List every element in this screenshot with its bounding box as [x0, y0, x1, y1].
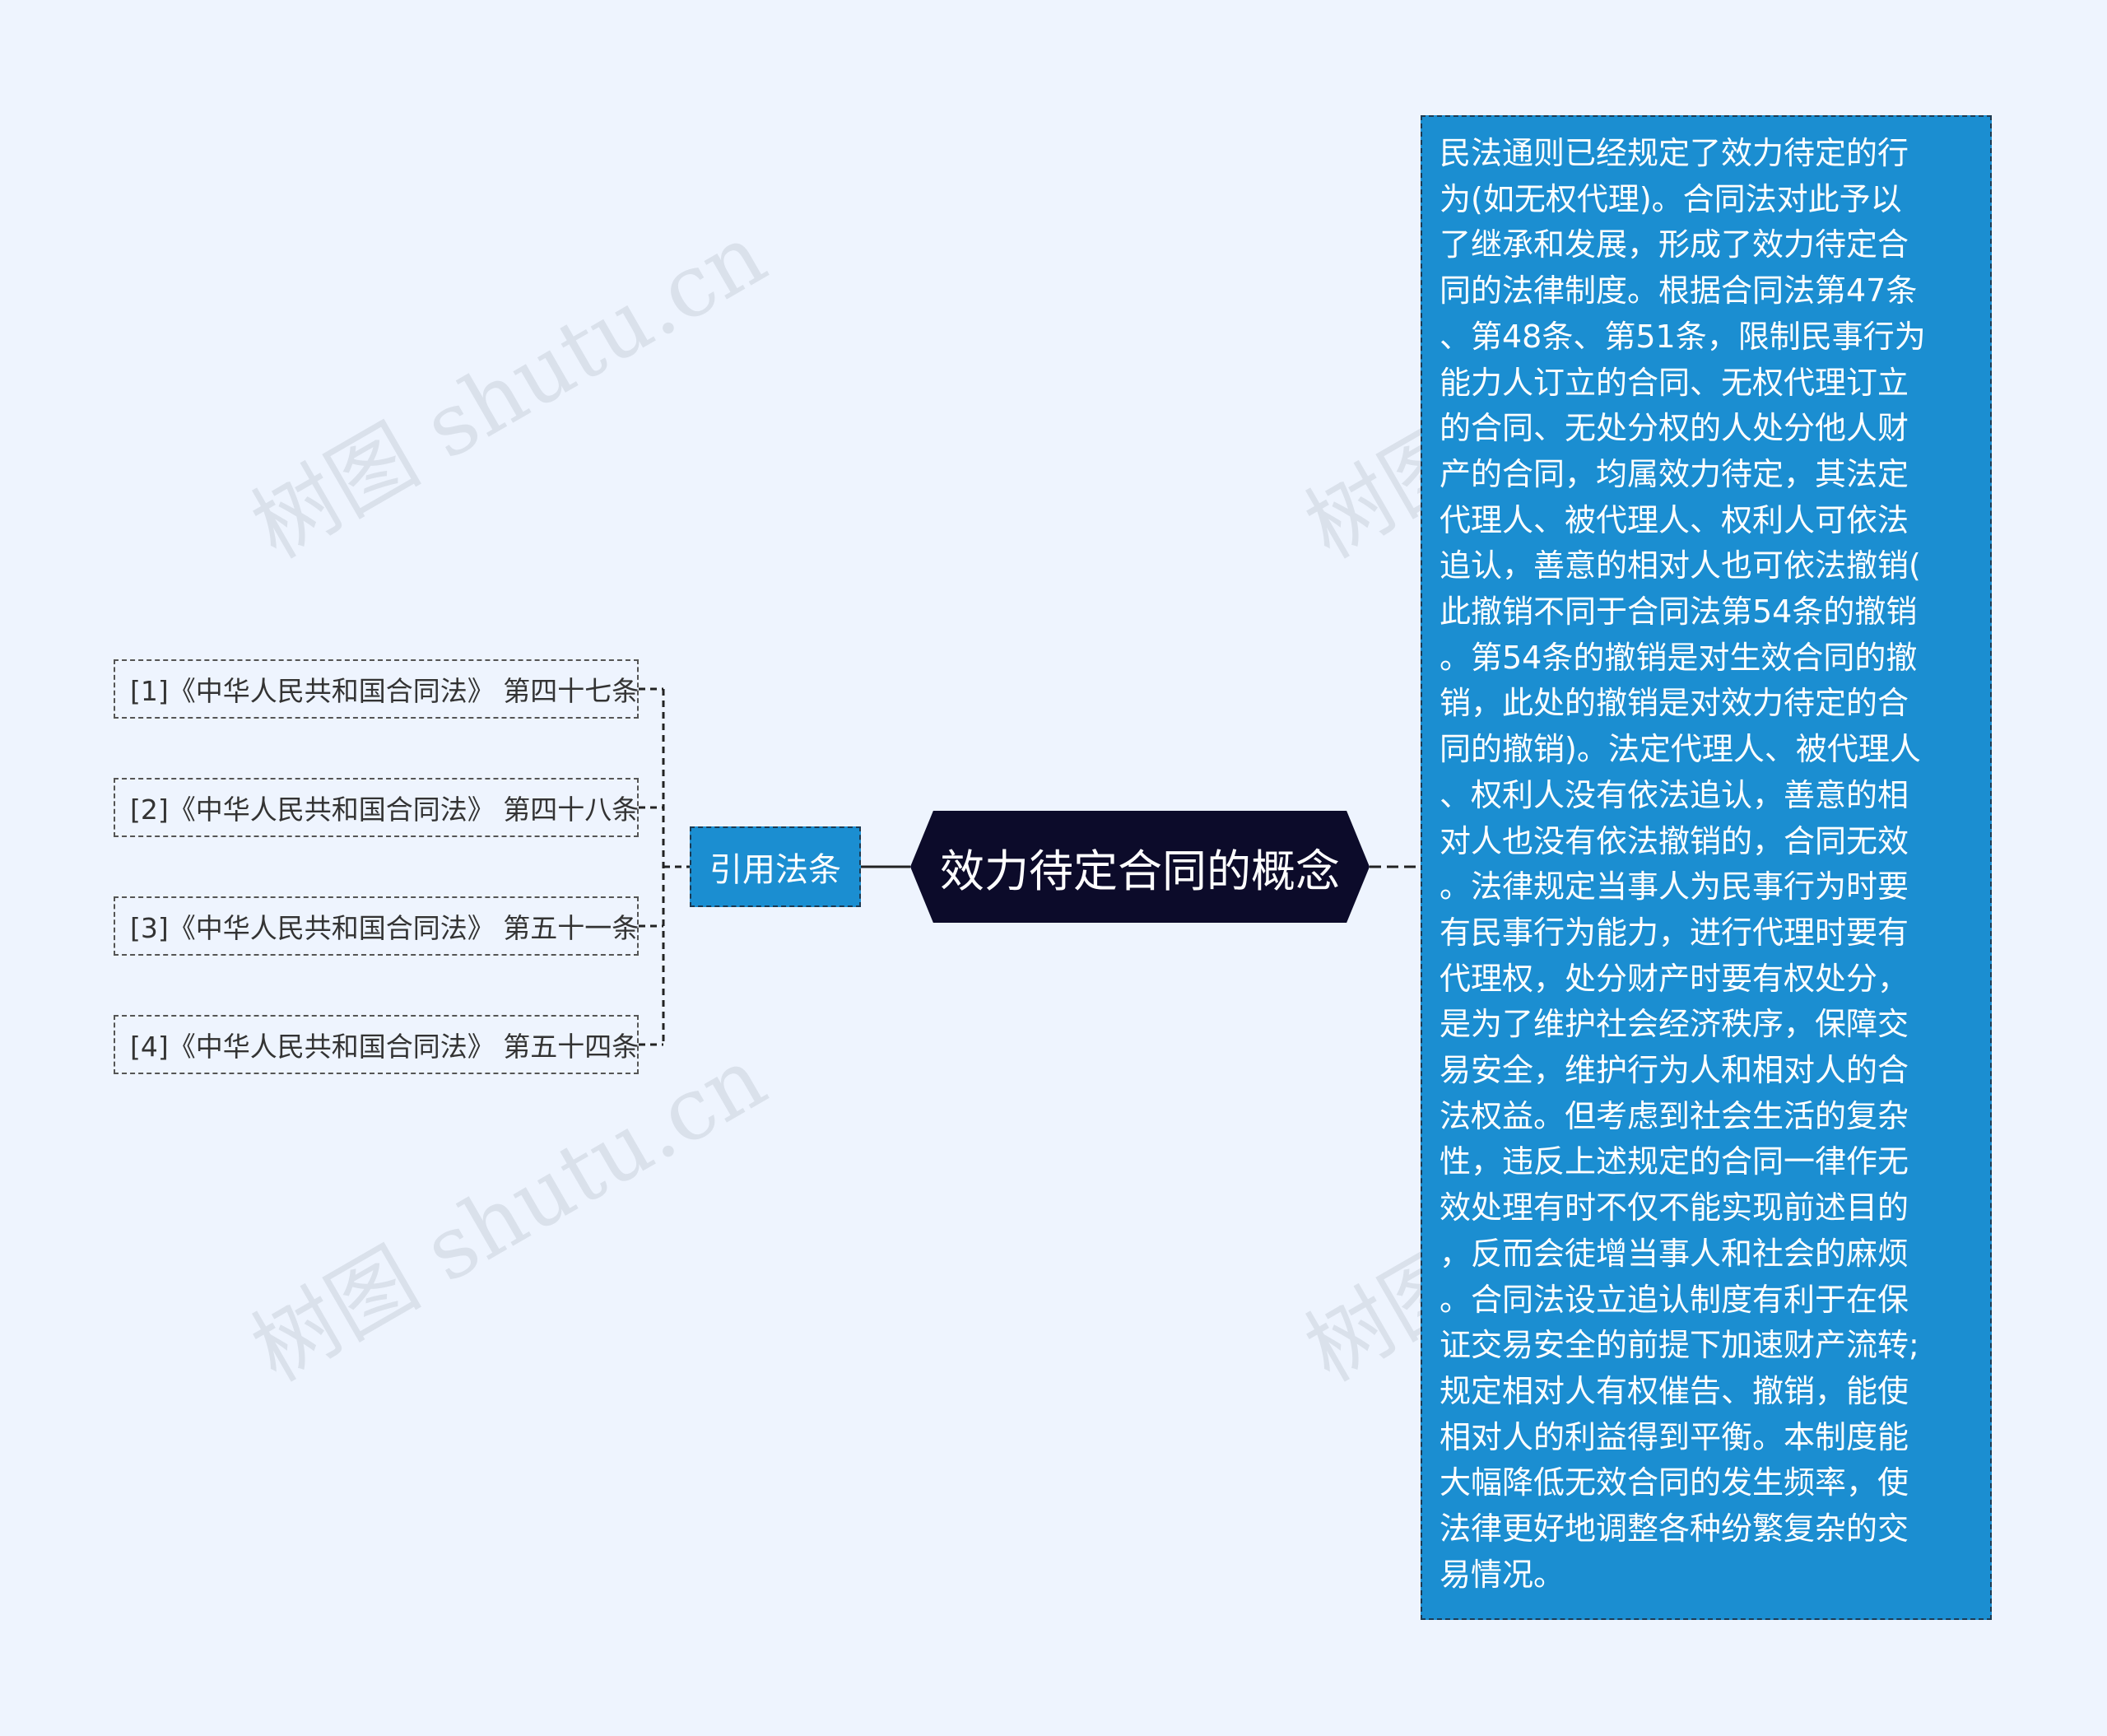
description-node[interactable]: 民法通则已经规定了效力待定的行 为(如无权代理)。合同法对此予以 了继承和发展，形成…: [1421, 115, 1992, 1620]
description-line: 、第48条、第51条，限制民事行为: [1440, 318, 1926, 355]
description-line: 为(如无权代理)。合同法对此予以: [1440, 180, 1902, 217]
description-line: 同的法律制度。根据合同法第47条: [1440, 272, 1918, 310]
description-line: 大幅降低无效合同的发生频率，使: [1440, 1464, 1909, 1501]
reference-node-4[interactable]: [4]《中华人民共和国合同法》 第五十四条: [114, 1015, 639, 1074]
description-line: 。第54条的撤销是对生效合同的撤: [1440, 639, 1918, 676]
description-line: 。合同法设立追认制度有利于在保: [1440, 1281, 1909, 1318]
description-line: 法权益。但考虑到社会生活的复杂: [1440, 1097, 1909, 1134]
root-topic-node[interactable]: 效力待定合同的概念: [910, 811, 1370, 923]
description-line: 了继承和发展，形成了效力待定合: [1440, 226, 1909, 263]
reference-node-2[interactable]: [2]《中华人民共和国合同法》 第四十八条: [114, 778, 639, 837]
description-line: 规定相对人有权催告、撤销，能使: [1440, 1372, 1909, 1409]
description-line: 是为了维护社会经济秩序，保障交: [1440, 1006, 1909, 1043]
citation-branch-node[interactable]: 引用法条: [690, 826, 861, 907]
description-line: 易情况。: [1440, 1556, 1565, 1593]
citation-branch-label: 引用法条: [709, 851, 841, 889]
description-line: 民法通则已经规定了效力待定的行: [1440, 135, 1909, 171]
root-topic-label: 效力待定合同的概念: [940, 845, 1340, 897]
description-line: 代理人、被代理人、权利人可依法: [1440, 501, 1909, 538]
reference-node-1[interactable]: [1]《中华人民共和国合同法》 第四十七条: [114, 659, 639, 719]
description-line: 能力人订立的合同、无权代理订立: [1440, 364, 1909, 401]
description-line: 相对人的利益得到平衡。本制度能: [1440, 1418, 1909, 1455]
description-line: 销，此处的撤销是对效力待定的合: [1440, 685, 1909, 722]
description-line: 产的合同，均属效力待定，其法定: [1440, 455, 1909, 492]
description-line: 的合同、无处分权的人处分他人财: [1440, 410, 1909, 447]
description-line: 追认，善意的相对人也可依法撤销(: [1440, 547, 1921, 584]
description-line: ，反而会徒增当事人和社会的麻烦: [1440, 1235, 1909, 1272]
description-line: 效处理有时不仅不能实现前述目的: [1440, 1189, 1909, 1226]
description-line: 证交易安全的前提下加速财产流转;: [1440, 1327, 1919, 1364]
reference-node-3[interactable]: [3]《中华人民共和国合同法》 第五十一条: [114, 896, 639, 956]
description-line: 、权利人没有依法追认，善意的相: [1440, 776, 1909, 813]
description-line: 同的撤销)。法定代理人、被代理人: [1440, 731, 1921, 768]
description-line: 有民事行为能力，进行代理时要有: [1440, 914, 1909, 951]
description-line: 。法律规定当事人为民事行为时要: [1440, 868, 1909, 905]
description-line: 性，违反上述规定的合同一律作无: [1440, 1143, 1909, 1180]
description-line: 法律更好地调整各种纷繁复杂的交: [1440, 1510, 1909, 1548]
description-line: 此撤销不同于合同法第54条的撤销: [1440, 593, 1918, 631]
description-line: 代理权，处分财产时要有权处分，: [1440, 960, 1909, 997]
connector-cite-to-refs: [639, 687, 690, 1046]
description-line: 对人也没有依法撤销的，合同无效: [1440, 822, 1909, 859]
description-line: 易安全，维护行为人和相对人的合: [1440, 1052, 1909, 1089]
